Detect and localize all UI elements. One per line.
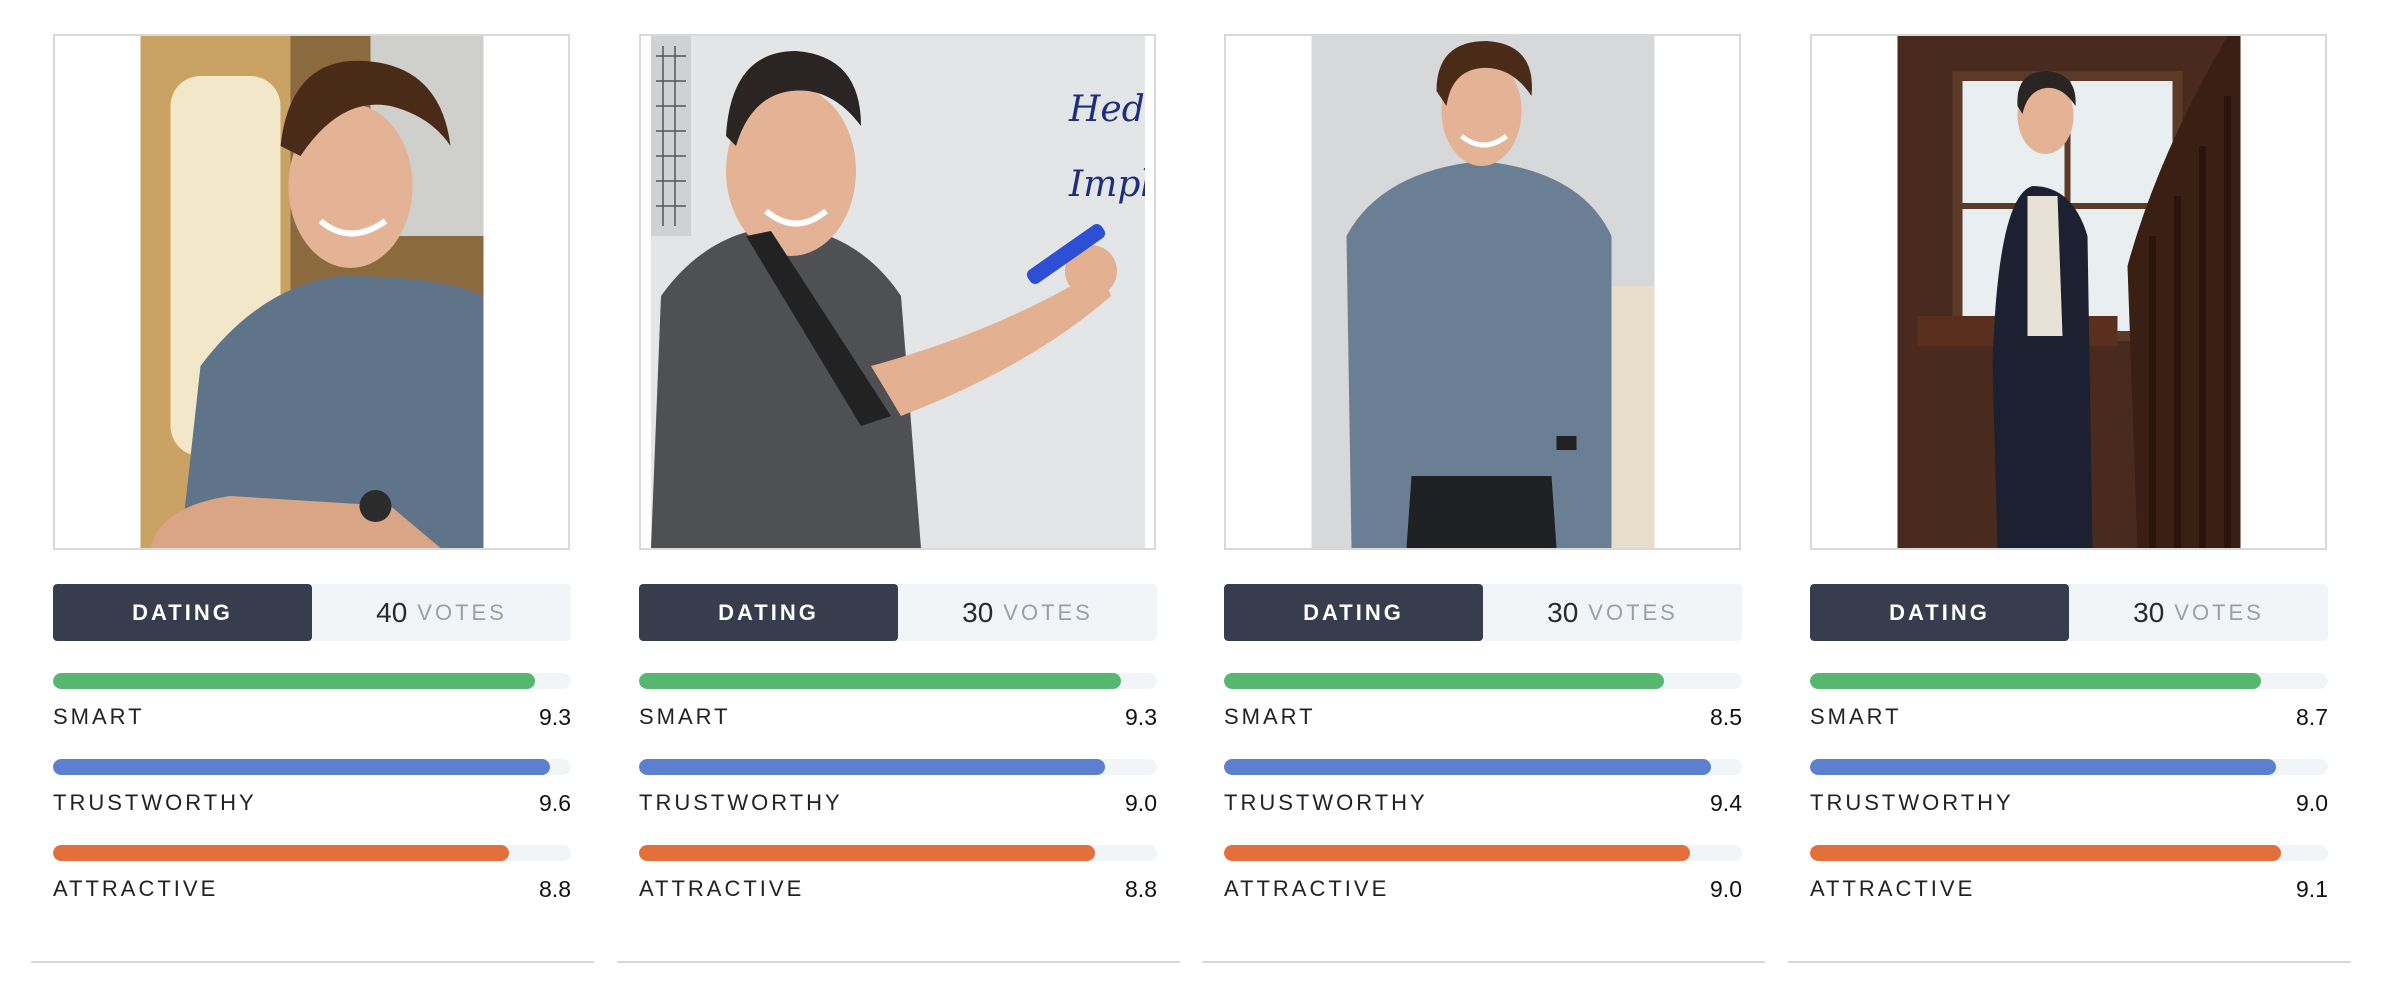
score-bar-track	[639, 759, 1157, 775]
score-bar-track	[639, 673, 1157, 689]
metric-label: ATTRACTIVE	[1224, 876, 1390, 901]
vote-count: 30 VOTES	[898, 584, 1157, 641]
vote-count: 30 VOTES	[2069, 584, 2328, 641]
score-bar-track	[53, 759, 571, 775]
metric-label: ATTRACTIVE	[53, 876, 219, 901]
metric-score: 9.1	[2296, 875, 2328, 902]
metric-trustworthy: TRUSTWORTHY 9.6	[53, 759, 571, 817]
score-bar-fill	[1810, 759, 2277, 775]
votes-count: 30	[962, 596, 994, 628]
metric-score: 9.6	[539, 789, 571, 816]
metric-score: 8.8	[539, 875, 571, 902]
vote-count: 40 VOTES	[312, 584, 571, 641]
metric-label: TRUSTWORTHY	[53, 790, 257, 815]
votes-count: 30	[1547, 596, 1579, 628]
metric-trustworthy: TRUSTWORTHY 9.0	[1810, 759, 2328, 817]
profile-card: DATING 30 VOTES SMART 8.7 TRUSTWORTHY 9.…	[1788, 0, 2351, 990]
metric-attractive: ATTRACTIVE 8.8	[639, 845, 1157, 903]
card-divider	[31, 961, 594, 963]
metric-attractive: ATTRACTIVE 8.8	[53, 845, 571, 903]
score-bar-track	[1810, 759, 2328, 775]
score-bar-fill	[1810, 845, 2282, 861]
metric-label: TRUSTWORTHY	[1224, 790, 1428, 815]
category-tag[interactable]: DATING	[53, 584, 312, 641]
vote-row: DATING 40 VOTES	[53, 584, 571, 641]
profile-card: Hedon Impli DATING 30 VOTES SMART 9.	[617, 0, 1180, 990]
photo-frame[interactable]	[53, 34, 570, 550]
whiteboard-text: Impli	[1068, 164, 1145, 205]
metric-label: SMART	[639, 704, 731, 729]
photo-frame[interactable]: Hedon Impli	[639, 34, 1156, 550]
metric-smart: SMART 8.5	[1224, 673, 1742, 731]
metric-smart: SMART 8.7	[1810, 673, 2328, 731]
profile-card: DATING 40 VOTES SMART 9.3 TRUSTWORTHY 9.…	[31, 0, 594, 990]
card-divider	[1788, 961, 2351, 963]
profile-card: DATING 30 VOTES SMART 8.5 TRUSTWORTHY 9.…	[1202, 0, 1765, 990]
score-bar-fill	[1810, 673, 2261, 689]
score-bar-track	[53, 673, 571, 689]
score-bar-track	[1810, 673, 2328, 689]
score-bar-track	[1224, 759, 1742, 775]
votes-label: VOTES	[1003, 599, 1093, 625]
metric-score: 8.8	[1125, 875, 1157, 902]
votes-count: 40	[376, 596, 408, 628]
photo-frame[interactable]	[1224, 34, 1741, 550]
metric-score: 9.4	[1710, 789, 1742, 816]
whiteboard-text: Hedon	[1068, 89, 1145, 130]
score-bar-track	[639, 845, 1157, 861]
metric-attractive: ATTRACTIVE 9.0	[1224, 845, 1742, 903]
metric-score: 9.0	[1125, 789, 1157, 816]
score-bar-fill	[639, 759, 1106, 775]
votes-label: VOTES	[417, 599, 507, 625]
score-bar-fill	[639, 673, 1121, 689]
metric-smart: SMART 9.3	[53, 673, 571, 731]
score-bar-fill	[639, 845, 1095, 861]
metric-score: 9.0	[2296, 789, 2328, 816]
photo-man-writing-on-whiteboard: Hedon Impli	[650, 36, 1145, 548]
metric-trustworthy: TRUSTWORTHY 9.0	[639, 759, 1157, 817]
metric-smart: SMART 9.3	[639, 673, 1157, 731]
metric-score: 8.7	[2296, 703, 2328, 730]
score-bar-fill	[1224, 673, 1665, 689]
vote-count: 30 VOTES	[1483, 584, 1742, 641]
photo-man-smiling-seated-gray-shirt	[140, 36, 483, 548]
score-bar-fill	[53, 845, 509, 861]
vote-row: DATING 30 VOTES	[639, 584, 1157, 641]
score-bar-track	[53, 845, 571, 861]
score-bar-track	[1810, 845, 2328, 861]
metric-label: ATTRACTIVE	[639, 876, 805, 901]
metric-label: SMART	[53, 704, 145, 729]
score-bar-fill	[53, 759, 551, 775]
metric-trustworthy: TRUSTWORTHY 9.4	[1224, 759, 1742, 817]
metric-score: 8.5	[1710, 703, 1742, 730]
metric-score: 9.3	[1125, 703, 1157, 730]
metric-label: SMART	[1224, 704, 1316, 729]
vote-row: DATING 30 VOTES	[1224, 584, 1742, 641]
category-tag[interactable]: DATING	[639, 584, 898, 641]
card-divider	[617, 961, 1180, 963]
votes-count: 30	[2133, 596, 2165, 628]
photo-frame[interactable]	[1810, 34, 2327, 550]
votes-label: VOTES	[2174, 599, 2264, 625]
metric-score: 9.0	[1710, 875, 1742, 902]
card-divider	[1202, 961, 1765, 963]
category-tag[interactable]: DATING	[1224, 584, 1483, 641]
votes-label: VOTES	[1588, 599, 1678, 625]
metric-label: SMART	[1810, 704, 1902, 729]
category-tag[interactable]: DATING	[1810, 584, 2069, 641]
photo-man-blazer-staircase	[1897, 36, 2240, 548]
metric-score: 9.3	[539, 703, 571, 730]
score-bar-fill	[1224, 845, 1691, 861]
vote-row: DATING 30 VOTES	[1810, 584, 2328, 641]
score-bar-fill	[53, 673, 535, 689]
metric-label: TRUSTWORTHY	[1810, 790, 2014, 815]
photo-man-standing-gray-shirt	[1311, 36, 1654, 548]
metric-attractive: ATTRACTIVE 9.1	[1810, 845, 2328, 903]
score-bar-track	[1224, 845, 1742, 861]
score-bar-fill	[1224, 759, 1711, 775]
metric-label: ATTRACTIVE	[1810, 876, 1976, 901]
score-bar-track	[1224, 673, 1742, 689]
metric-label: TRUSTWORTHY	[639, 790, 843, 815]
